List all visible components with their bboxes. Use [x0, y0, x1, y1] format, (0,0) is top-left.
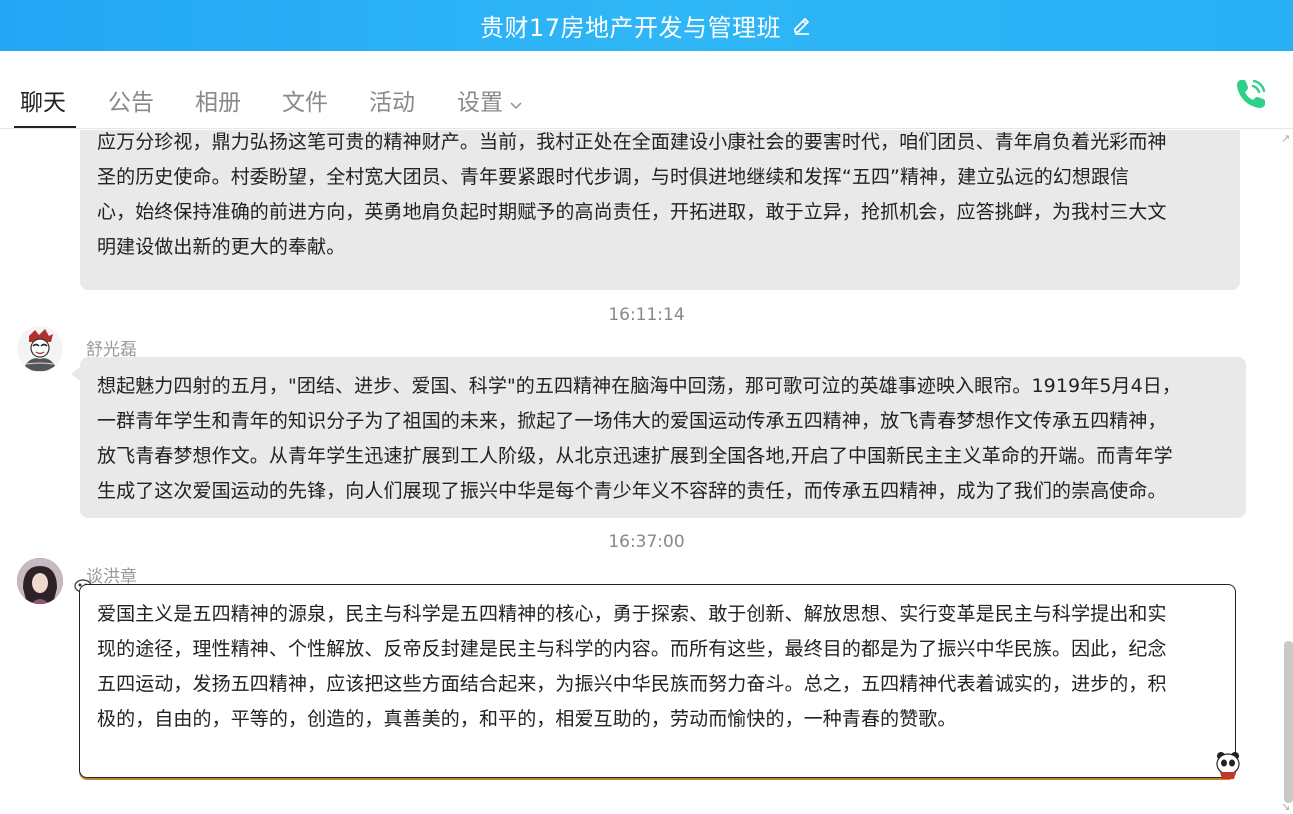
- tab-bar: 聊天 公告 相册 文件 活动 设置: [0, 51, 1293, 129]
- message-text-line: 五四运动，发扬五四精神，应该把这些方面结合起来，为振兴中华民族而努力奋斗。总之，…: [97, 673, 1167, 695]
- chat-scrollbar-thumb[interactable]: [1284, 641, 1293, 803]
- tab-activities[interactable]: 活动: [369, 83, 415, 117]
- message-text-line: 圣的历史使命。村委盼望，全村宽大团员、青年要紧跟时代步调，与时俱进地继续和发挥“…: [97, 166, 1130, 188]
- message-text-line: 想起魅力四射的五月，"团结、进步、爱国、科学"的五四精神在脑海中回荡，那可歌可泣…: [97, 375, 1182, 397]
- pencil-icon[interactable]: [791, 15, 813, 37]
- tab-announcements[interactable]: 公告: [108, 83, 154, 117]
- avatar[interactable]: [17, 558, 63, 604]
- message-timestamp: 16:37:00: [608, 532, 685, 552]
- tab-label: 活动: [369, 90, 415, 116]
- scroll-down-arrow[interactable]: ↘: [1281, 800, 1290, 813]
- message-text-line: 一群青年学生和青年的知识分子为了祖国的未来，掀起了一场伟大的爱国运动传承五四精神…: [97, 410, 1167, 432]
- tab-album[interactable]: 相册: [195, 83, 241, 117]
- message-text-line: 放飞青春梦想作文。从青年学生迅速扩展到工人阶级，从北京迅速扩展到全国各地,开启了…: [97, 445, 1173, 467]
- tab-label: 公告: [108, 90, 154, 116]
- phone-icon[interactable]: [1232, 75, 1270, 113]
- tab-label: 设置: [457, 90, 503, 116]
- message-text-line: 爱国主义是五四精神的源泉，民主与科学是五四精神的核心，勇于探索、敢于创新、解放思…: [97, 603, 1167, 625]
- scroll-up-arrow[interactable]: ↗: [1281, 132, 1290, 145]
- avatar[interactable]: [17, 326, 63, 372]
- message-text-line: 应万分珍视，鼎力弘扬这笔可贵的精神财产。当前，我村正处在全面建设小康社会的要害时…: [97, 131, 1167, 153]
- tab-label: 文件: [282, 90, 328, 116]
- active-tab-indicator: [14, 126, 76, 128]
- message-bubble[interactable]: 想起魅力四射的五月，"团结、进步、爱国、科学"的五四精神在脑海中回荡，那可歌可泣…: [80, 357, 1246, 518]
- bubble-tail: [71, 367, 80, 381]
- message-text-line: 极的，自由的，平等的，创造的，真善美的，和平的，相爱互助的，劳动而愉快的，一种青…: [97, 708, 957, 730]
- chevron-down-icon: [509, 91, 523, 117]
- message-text-line: 心，始终保持准确的前进方向，英勇地肩负起时期赋予的高尚责任，开拓进取，敢于立异，…: [97, 201, 1167, 223]
- message-text-line: 明建设做出新的更大的奉献。: [97, 236, 346, 258]
- group-title: 贵财17房地产开发与管理班: [479, 14, 782, 42]
- message-bubble[interactable]: 应万分珍视，鼎力弘扬这笔可贵的精神财产。当前，我村正处在全面建设小康社会的要害时…: [80, 130, 1240, 290]
- message-bubble[interactable]: 爱国主义是五四精神的源泉，民主与科学是五四精神的核心，勇于探索、敢于创新、解放思…: [79, 584, 1236, 778]
- panda-sticker-icon: [1214, 750, 1242, 780]
- tab-label: 聊天: [20, 90, 66, 116]
- tab-files[interactable]: 文件: [282, 83, 328, 117]
- message-text-line: 生成了这次爱国运动的先锋，向人们展现了振兴中华是每个青少年义不容辞的责任，而传承…: [97, 480, 1167, 502]
- tab-settings[interactable]: 设置: [457, 83, 523, 117]
- tab-chat[interactable]: 聊天: [20, 83, 66, 117]
- tab-label: 相册: [195, 90, 241, 116]
- message-text-line: 现的途径，理性精神、个性解放、反帝反封建是民主与科学的内容。而所有这些，最终目的…: [97, 638, 1167, 660]
- message-timestamp: 16:11:14: [608, 305, 685, 325]
- chat-messages-area[interactable]: 应万分珍视，鼎力弘扬这笔可贵的精神财产。当前，我村正处在全面建设小康社会的要害时…: [0, 130, 1293, 814]
- window-title-bar: 贵财17房地产开发与管理班: [0, 0, 1293, 51]
